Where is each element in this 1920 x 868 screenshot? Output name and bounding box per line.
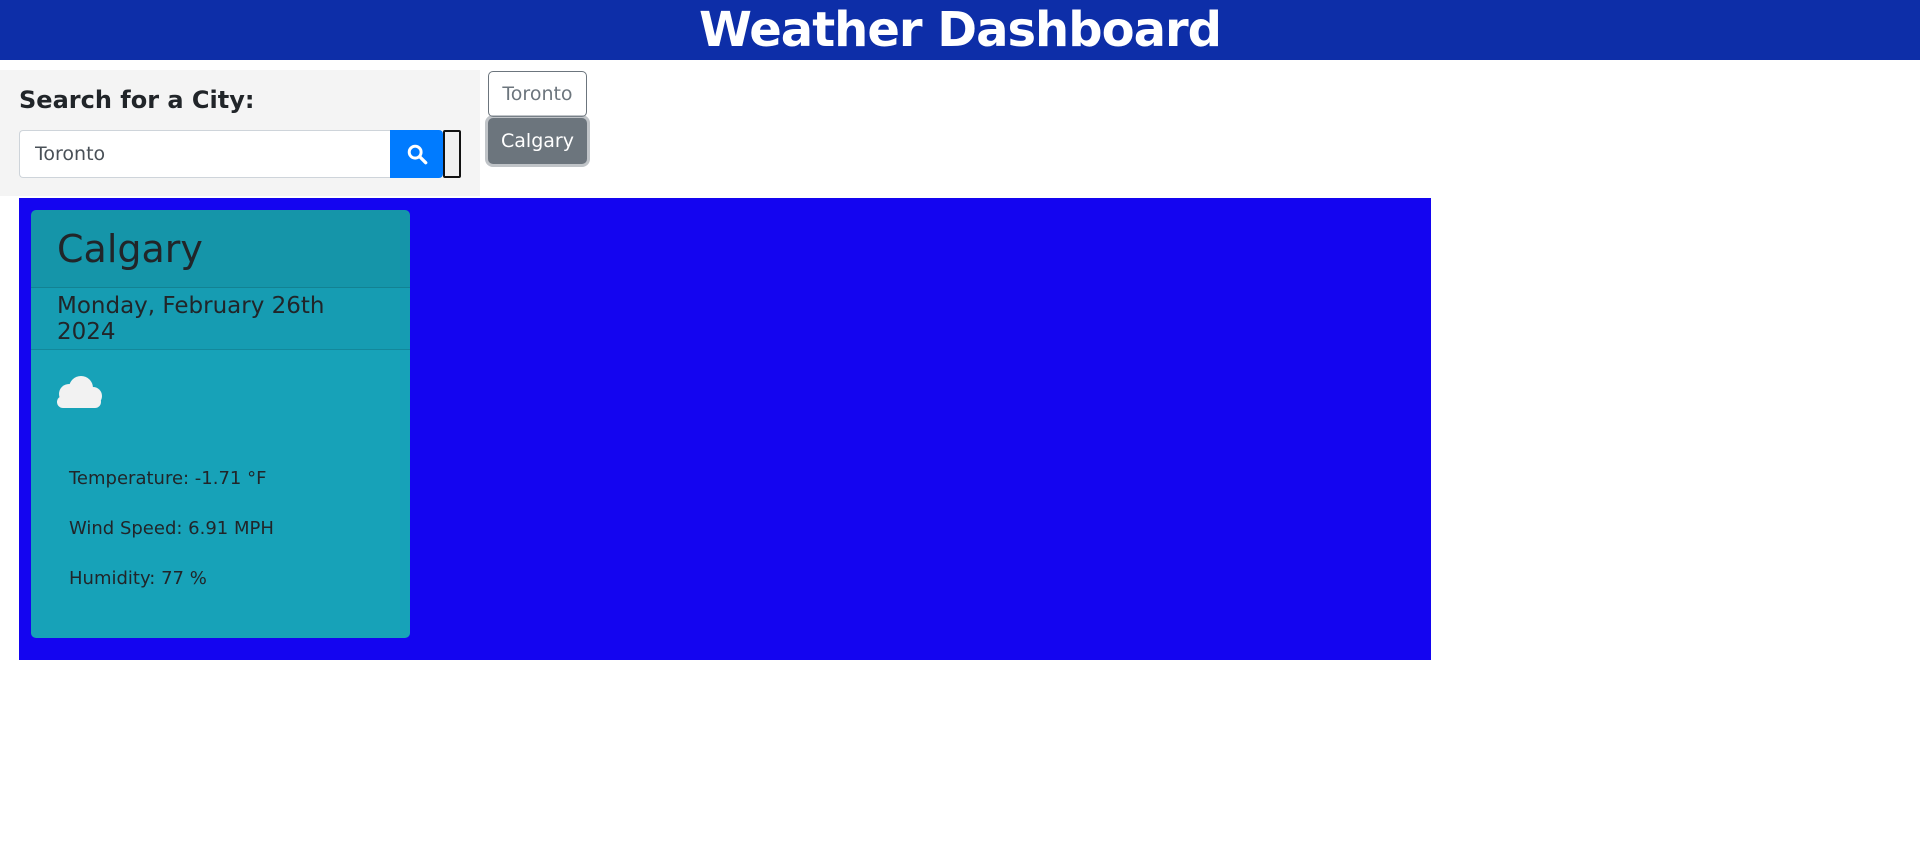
- app-header: Weather Dashboard: [0, 0, 1920, 60]
- current-weather-card: Calgary Monday, February 26th 2024 Tempe…: [31, 210, 410, 638]
- temperature-text: Temperature: -1.71 °F: [69, 468, 267, 489]
- humidity-text: Humidity: 77 %: [69, 568, 207, 589]
- cloud-icon: [57, 376, 102, 408]
- city-search-input[interactable]: [19, 130, 391, 178]
- search-heading: Search for a City:: [19, 86, 255, 114]
- clear-history-button[interactable]: [443, 130, 461, 178]
- forecast-area: Calgary Monday, February 26th 2024 Tempe…: [19, 198, 1431, 660]
- history-button-calgary[interactable]: Calgary: [488, 118, 587, 164]
- wind-speed-text: Wind Speed: 6.91 MPH: [69, 518, 274, 539]
- search-icon: [407, 144, 427, 165]
- search-panel: Search for a City:: [0, 70, 480, 196]
- history-button-toronto[interactable]: Toronto: [488, 71, 587, 117]
- page-title: Weather Dashboard: [699, 2, 1222, 58]
- card-header: Calgary: [31, 210, 410, 288]
- card-date: Monday, February 26th 2024: [57, 292, 325, 345]
- card-city-name: Calgary: [57, 226, 203, 271]
- search-button[interactable]: [390, 130, 443, 178]
- card-date-bar: Monday, February 26th 2024: [31, 288, 410, 350]
